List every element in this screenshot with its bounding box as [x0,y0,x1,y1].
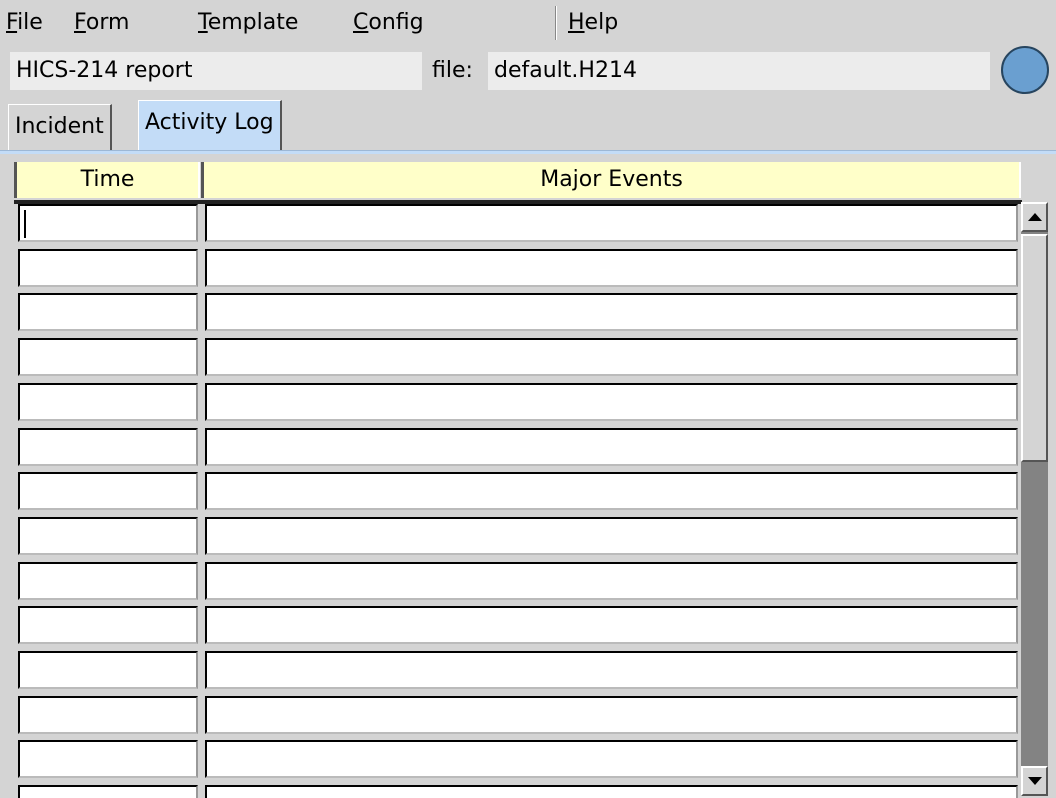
menu-config[interactable]: Config [353,8,424,38]
menu-file-label: ile [17,10,43,35]
menu-form-label: orm [85,10,130,35]
time-cell[interactable] [18,740,198,778]
major-event-cell[interactable] [205,293,1018,331]
report-title-field[interactable]: HICS-214 report [10,52,422,90]
menu-config-label: onfig [368,10,424,35]
scrollbar-thumb[interactable] [1021,234,1048,462]
menu-form[interactable]: Form [74,8,129,38]
menu-help-mnemonic: H [568,10,585,35]
major-event-cell[interactable] [205,651,1018,689]
major-event-cell[interactable] [205,338,1018,376]
status-light-icon [1001,46,1049,94]
major-event-cell[interactable] [205,562,1018,600]
time-cell[interactable] [18,785,198,798]
header-row: HICS-214 report file: default.H214 [0,42,1056,98]
tab-activity-log[interactable]: Activity Log [138,100,282,152]
menu-help[interactable]: Help [568,8,618,38]
time-cell[interactable] [18,472,198,510]
menu-separator [555,6,557,40]
file-name-field: default.H214 [488,52,990,90]
major-event-cell[interactable] [205,204,1018,242]
menu-file-mnemonic: F [6,10,18,35]
menu-form-mnemonic: F [74,10,86,35]
major-event-cell[interactable] [205,472,1018,510]
time-cell[interactable] [18,204,198,242]
major-event-cell[interactable] [205,428,1018,466]
menu-template-label: emplate [207,10,299,35]
menu-config-mnemonic: C [353,10,369,35]
time-cell[interactable] [18,249,198,287]
menu-template[interactable]: Template [198,8,298,38]
time-cell[interactable] [18,562,198,600]
time-cell[interactable] [18,428,198,466]
column-header-time: Time [14,162,200,198]
text-cursor [24,210,26,238]
time-cell[interactable] [18,696,198,734]
tab-incident[interactable]: Incident [8,104,112,152]
time-cell[interactable] [18,293,198,331]
activity-log-table: Time Major Events [0,154,1056,798]
menu-help-label: elp [584,10,619,35]
vertical-scrollbar[interactable] [1021,202,1048,796]
file-label: file: [432,58,473,83]
up-arrow-icon [1027,213,1042,221]
menu-bar: File Form Template Config Help [0,0,1056,42]
time-cell[interactable] [18,338,198,376]
time-cell[interactable] [18,651,198,689]
major-event-cell[interactable] [205,785,1018,798]
major-event-cell[interactable] [205,696,1018,734]
time-cell[interactable] [18,517,198,555]
major-event-cell[interactable] [205,383,1018,421]
down-arrow-icon [1027,777,1042,785]
major-event-cell[interactable] [205,740,1018,778]
major-event-cell[interactable] [205,606,1018,644]
scroll-up-button[interactable] [1021,202,1048,232]
menu-file[interactable]: File [6,8,43,38]
tab-bar: Incident Activity Log [0,98,1056,154]
major-event-cell[interactable] [205,249,1018,287]
major-event-cell[interactable] [205,517,1018,555]
time-cell[interactable] [18,383,198,421]
time-cell[interactable] [18,606,198,644]
app-window: File Form Template Config Help HICS-214 … [0,0,1056,798]
menu-template-mnemonic: T [198,10,208,35]
scroll-down-button[interactable] [1021,766,1048,796]
column-header-major-events: Major Events [201,162,1021,198]
